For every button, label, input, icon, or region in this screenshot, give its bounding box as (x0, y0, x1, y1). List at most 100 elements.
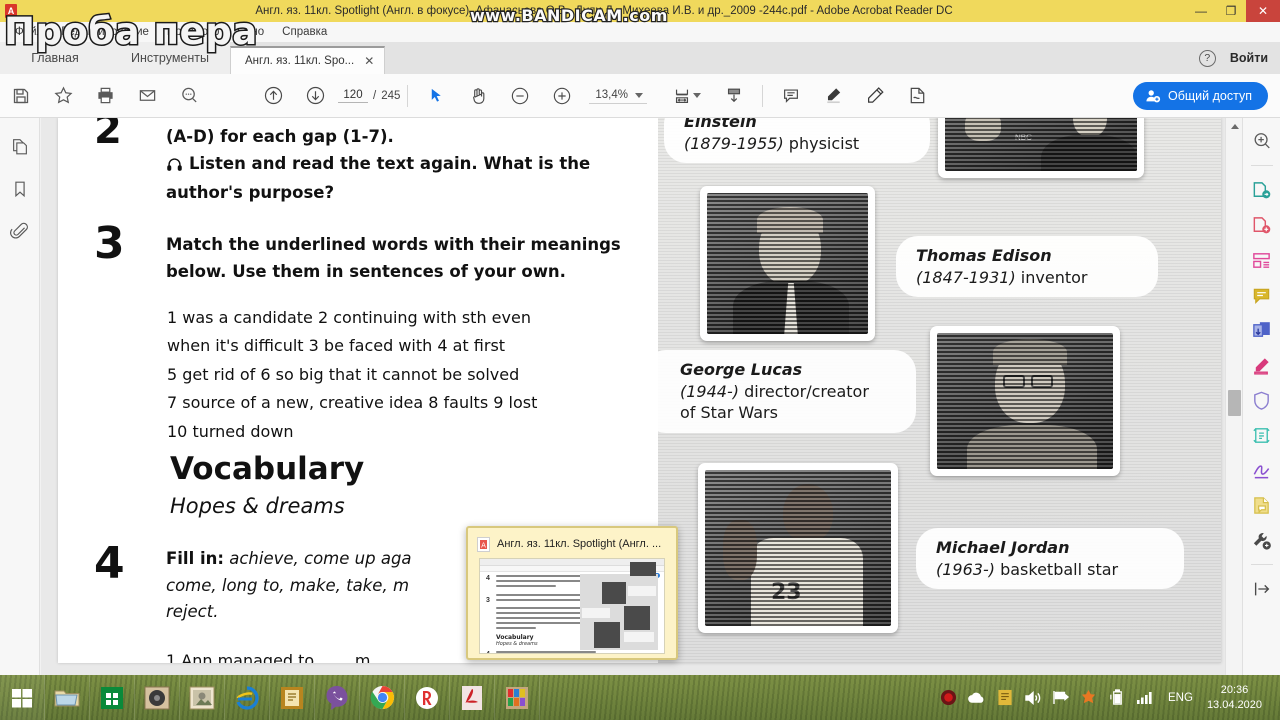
rail-separator-2 (1250, 564, 1273, 565)
file-explorer-icon[interactable] (45, 675, 90, 720)
create-pdf-icon[interactable] (1249, 212, 1275, 238)
chevron-down-icon[interactable] (635, 92, 643, 98)
save-icon[interactable] (0, 74, 42, 118)
person-caption-edison: Thomas Edison (1847-1931) inventor (896, 236, 1158, 298)
close-button[interactable]: ✕ (1246, 0, 1280, 22)
exercise-3-number: 3 (94, 218, 125, 269)
word-list-line: 10 turned down (167, 421, 294, 441)
hand-icon[interactable] (457, 74, 499, 118)
person-dates: (1963-) (936, 559, 995, 579)
taskbar-thumbnail-preview[interactable]: A Англ. яз. 11кл. Spotlight (Англ. ... 4… (466, 526, 678, 660)
arrow-down-circle-icon[interactable] (294, 74, 336, 118)
media-player-icon[interactable] (135, 675, 180, 720)
exercise-2-line2: Listen and read the text again. What is … (189, 153, 591, 173)
stamp-icon[interactable] (1249, 492, 1275, 518)
print-icon[interactable] (84, 74, 126, 118)
scroll-up-button[interactable] (1226, 118, 1242, 135)
page-separator: / (373, 89, 377, 102)
collapse-panel-icon[interactable] (1249, 576, 1275, 602)
menu-item-help[interactable]: Справка (273, 22, 336, 42)
restore-button[interactable]: ❐ (1216, 0, 1246, 22)
zoom-value: 13,4% (595, 89, 628, 101)
signal-icon[interactable] (1135, 688, 1154, 707)
battery-icon[interactable] (1107, 688, 1126, 707)
word-list-line: when it's difficult 3 be faced with 4 at… (167, 336, 506, 356)
fit-page-chevron-icon[interactable] (693, 93, 701, 98)
email-icon[interactable] (126, 74, 168, 118)
clock[interactable]: 20:36 13.04.2020 (1207, 683, 1270, 713)
jersey-number: 23 (771, 580, 802, 605)
fill-and-sign-icon[interactable] (1249, 457, 1275, 483)
windows-taskbar: ENG 20:36 13.04.2020 (0, 675, 1280, 720)
person-role-line2: of Star Wars (680, 403, 778, 423)
thumbnail-preview-image: 4 3 Vocabulary Hopes & dreams 4 (479, 558, 665, 654)
person-name: Einstein (684, 118, 757, 131)
more-tools-icon[interactable] (1249, 527, 1275, 553)
viber-icon[interactable] (315, 675, 360, 720)
document-vertical-scrollbar[interactable] (1225, 118, 1242, 675)
protect-icon[interactable] (1249, 387, 1275, 413)
word-list-line: 5 get rid of 6 so big that it cannot be … (167, 364, 520, 384)
headphones-icon (166, 154, 183, 181)
windows-start-icon[interactable] (0, 675, 45, 720)
draw-icon[interactable] (854, 74, 896, 118)
arrow-up-circle-icon[interactable] (252, 74, 294, 118)
search-icon[interactable] (168, 74, 210, 118)
window-controls[interactable]: — ❐ ✕ (1186, 0, 1280, 22)
orange-app-icon[interactable] (1079, 688, 1098, 707)
close-icon[interactable]: ✕ (364, 54, 374, 68)
organize-pages-icon[interactable] (1249, 247, 1275, 273)
optimize-pdf-icon[interactable] (1249, 422, 1275, 448)
zoom-select[interactable]: 13,4% (589, 87, 647, 104)
chrome-icon[interactable] (360, 675, 405, 720)
person-name: Michael Jordan (936, 538, 1070, 557)
bookmark-icon[interactable] (7, 176, 33, 202)
notes-icon[interactable] (270, 675, 315, 720)
page-navigator[interactable]: 120 / 245 (338, 88, 400, 103)
comment-icon[interactable] (1249, 282, 1275, 308)
photo-viewer-icon[interactable] (180, 675, 225, 720)
svg-text:A: A (481, 541, 486, 549)
help-icon[interactable]: ? (1198, 49, 1216, 67)
scroll-mode-icon[interactable] (713, 74, 755, 118)
notepad-tray-icon[interactable] (995, 688, 1014, 707)
yandex-icon[interactable] (405, 675, 450, 720)
combine-files-icon[interactable] (1249, 317, 1275, 343)
photo-george-lucas (930, 326, 1120, 476)
cloud-icon[interactable] (967, 688, 986, 707)
internet-explorer-icon[interactable] (225, 675, 270, 720)
highlighter-icon[interactable] (812, 74, 854, 118)
minus-circle-icon[interactable] (499, 74, 541, 118)
cursor-icon[interactable] (415, 74, 457, 118)
scrollbar-thumb[interactable] (1228, 390, 1241, 416)
language-indicator[interactable]: ENG (1163, 692, 1198, 704)
sign-in-button[interactable]: Войти (1230, 51, 1268, 65)
flag-icon[interactable] (1051, 688, 1070, 707)
nbc-label: NBC (1015, 133, 1032, 142)
export-pdf-icon[interactable] (1249, 177, 1275, 203)
person-role: director/creator (744, 381, 869, 401)
exercise-2-line3: author's purpose? (166, 183, 335, 203)
page-number-input[interactable]: 120 (338, 88, 368, 103)
record-icon[interactable] (939, 688, 958, 707)
exercise-2-text: (A-D) for each gap (1-7). Listen and rea… (166, 124, 636, 207)
star-icon[interactable] (42, 74, 84, 118)
vocabulary-subheading: Hopes & dreams (170, 494, 345, 518)
search-document-icon[interactable] (1249, 128, 1275, 154)
attachment-icon[interactable] (7, 218, 33, 244)
comment-icon[interactable] (770, 74, 812, 118)
photo-thomas-edison (700, 186, 875, 341)
share-button[interactable]: Общий доступ (1133, 81, 1268, 110)
app-colored-icon[interactable] (495, 675, 540, 720)
mini-exercise-number: 3 (486, 597, 490, 604)
windows-store-icon[interactable] (90, 675, 135, 720)
fill-and-sign-icon[interactable] (896, 74, 938, 118)
minimize-button[interactable]: — (1186, 0, 1216, 22)
plus-circle-icon[interactable] (541, 74, 583, 118)
acrobat-reader-icon[interactable] (450, 675, 495, 720)
left-navigation-rail (0, 118, 40, 675)
page-thumbnails-icon[interactable] (7, 134, 33, 160)
volume-icon[interactable] (1023, 688, 1042, 707)
highlighter-icon[interactable] (1249, 352, 1275, 378)
person-role: inventor (1020, 267, 1088, 287)
